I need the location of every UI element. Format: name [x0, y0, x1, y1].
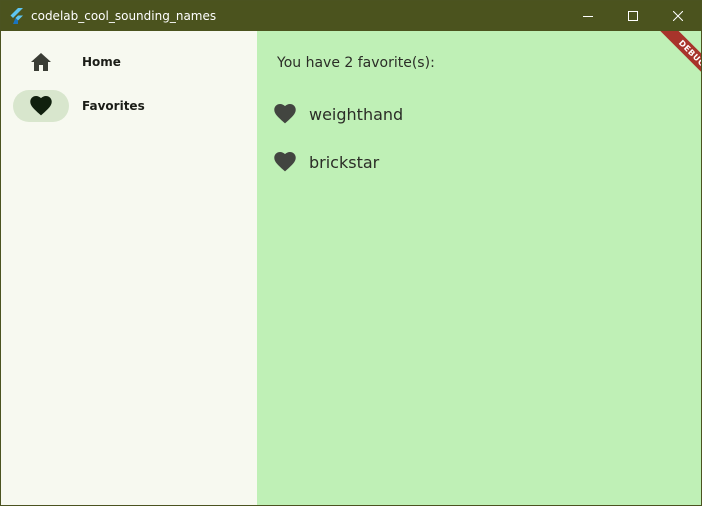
nav-indicator: [13, 46, 69, 78]
flutter-logo-icon: [10, 8, 24, 24]
nav-label-favorites: Favorites: [82, 99, 145, 113]
nav-item-favorites[interactable]: Favorites: [13, 90, 213, 122]
list-item[interactable]: brickstar: [257, 139, 701, 187]
favorite-name: brickstar: [309, 153, 380, 172]
app-window: codelab_cool_sounding_names Home Favorit…: [0, 0, 702, 506]
nav-item-home[interactable]: Home: [13, 46, 213, 78]
favorites-page: You have 2 favorite(s): weighthand brick…: [257, 31, 701, 505]
heart-icon: [274, 152, 296, 174]
close-icon: [673, 11, 683, 21]
minimize-icon: [583, 16, 593, 17]
maximize-icon: [628, 11, 638, 21]
favorites-count-text: You have 2 favorite(s):: [277, 55, 435, 71]
window-title: codelab_cool_sounding_names: [31, 9, 217, 23]
heart-icon: [274, 104, 296, 126]
navigation-rail: Home Favorites: [1, 31, 257, 505]
nav-indicator-selected: [13, 90, 69, 122]
heart-icon: [30, 96, 52, 116]
list-item[interactable]: weighthand: [257, 91, 701, 139]
maximize-button[interactable]: [610, 1, 656, 31]
home-icon: [31, 53, 51, 71]
favorites-list: weighthand brickstar: [257, 91, 701, 187]
favorite-name: weighthand: [309, 105, 404, 124]
minimize-button[interactable]: [565, 1, 611, 31]
close-button[interactable]: [655, 1, 701, 31]
title-bar[interactable]: codelab_cool_sounding_names: [1, 1, 701, 31]
nav-label-home: Home: [82, 55, 121, 69]
